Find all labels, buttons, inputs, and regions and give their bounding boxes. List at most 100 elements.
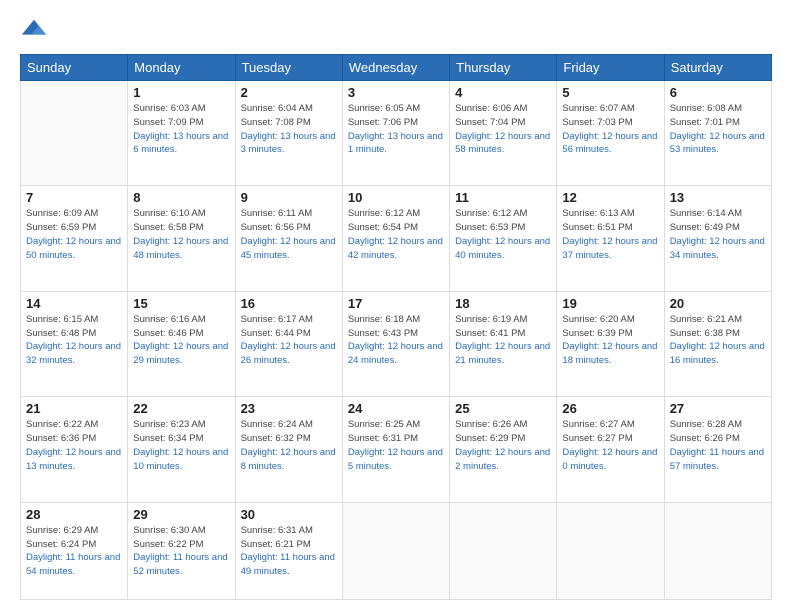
calendar-cell: 17Sunrise: 6:18 AMSunset: 6:43 PMDayligh… <box>342 291 449 396</box>
sunrise-text: Sunrise: 6:15 AM <box>26 314 98 325</box>
calendar-cell <box>450 502 557 599</box>
cell-info: Sunrise: 6:09 AMSunset: 6:59 PMDaylight:… <box>26 207 122 262</box>
sunrise-text: Sunrise: 6:28 AM <box>670 419 742 430</box>
cell-info: Sunrise: 6:28 AMSunset: 6:26 PMDaylight:… <box>670 418 766 473</box>
cell-info: Sunrise: 6:17 AMSunset: 6:44 PMDaylight:… <box>241 313 337 368</box>
sunrise-text: Sunrise: 6:31 AM <box>241 525 313 536</box>
sunset-text: Sunset: 6:27 PM <box>562 433 632 444</box>
calendar-header-friday: Friday <box>557 55 664 81</box>
calendar-cell: 9 Sunrise: 6:11 AMSunset: 6:56 PMDaylight… <box>235 186 342 291</box>
sunset-text: Sunset: 7:01 PM <box>670 117 740 128</box>
calendar-table: SundayMondayTuesdayWednesdayThursdayFrid… <box>20 54 772 600</box>
calendar-cell: 14Sunrise: 6:15 AMSunset: 6:48 PMDayligh… <box>21 291 128 396</box>
day-number: 30 <box>241 507 337 522</box>
daylight-text: Daylight: 12 hours and 45 minutes. <box>241 236 336 261</box>
calendar-cell: 13Sunrise: 6:14 AMSunset: 6:49 PMDayligh… <box>664 186 771 291</box>
sunrise-text: Sunrise: 6:20 AM <box>562 314 634 325</box>
daylight-text: Daylight: 12 hours and 34 minutes. <box>670 236 765 261</box>
page: SundayMondayTuesdayWednesdayThursdayFrid… <box>0 0 792 612</box>
cell-info: Sunrise: 6:24 AM Sunset: 6:32 PM Daylight:… <box>241 418 337 473</box>
daylight-text: Daylight: 12 hours and 10 minutes. <box>133 447 228 472</box>
calendar-cell: 10Sunrise: 6:12 AMSunset: 6:54 PMDayligh… <box>342 186 449 291</box>
sunrise-text: Sunrise: 6:09 AM <box>26 208 98 219</box>
day-number: 18 <box>455 296 551 311</box>
sunrise-text: Sunrise: 6:23 AM <box>133 419 205 430</box>
calendar-header-monday: Monday <box>128 55 235 81</box>
day-number: 5 <box>562 85 658 100</box>
day-number: 25 <box>455 401 551 416</box>
daylight-text: Daylight: 13 hours and 3 minutes. <box>241 131 336 156</box>
cell-info: Sunrise: 6:13 AMSunset: 6:51 PMDaylight:… <box>562 207 658 262</box>
sunrise-text: Sunrise: 6:07 AM <box>562 103 634 114</box>
day-number: 2 <box>241 85 337 100</box>
cell-info: Sunrise: 6:31 AMSunset: 6:21 PMDaylight:… <box>241 524 337 579</box>
cell-info: Sunrise: 6:12 AMSunset: 6:54 PMDaylight:… <box>348 207 444 262</box>
daylight-text: Daylight: 12 hours and 26 minutes. <box>241 341 336 366</box>
sunset-text: Sunset: 6:24 PM <box>26 539 96 550</box>
day-number: 27 <box>670 401 766 416</box>
daylight-text: Daylight: 12 hours and 8 minutes. <box>241 447 336 472</box>
sunrise-text: Sunrise: 6:08 AM <box>670 103 742 114</box>
cell-info: Sunrise: 6:22 AMSunset: 6:36 PMDaylight:… <box>26 418 122 473</box>
sunset-text: Sunset: 6:29 PM <box>455 433 525 444</box>
sunset-text: Sunset: 6:36 PM <box>26 433 96 444</box>
day-number: 11 <box>455 190 551 205</box>
calendar-cell: 4Sunrise: 6:06 AMSunset: 7:04 PMDaylight… <box>450 81 557 186</box>
calendar-cell: 21Sunrise: 6:22 AMSunset: 6:36 PMDayligh… <box>21 397 128 502</box>
calendar-cell: 16Sunrise: 6:17 AMSunset: 6:44 PMDayligh… <box>235 291 342 396</box>
cell-info: Sunrise: 6:03 AMSunset: 7:09 PMDaylight:… <box>133 102 229 157</box>
cell-info: Sunrise: 6:04 AM Sunset: 7:08 PM Daylight:… <box>241 102 337 157</box>
calendar-cell: 24 Sunrise: 6:25 AMSunset: 6:31 PMDayligh… <box>342 397 449 502</box>
daylight-text: Daylight: 12 hours and 18 minutes. <box>562 341 657 366</box>
day-number: 8 <box>133 190 229 205</box>
daylight-text: Daylight: 12 hours and 58 minutes. <box>455 131 550 156</box>
sunset-text: Sunset: 7:08 PM <box>241 117 311 128</box>
calendar-cell <box>664 502 771 599</box>
sunrise-text: Sunrise: 6:04 AM <box>241 103 313 114</box>
sunset-text: Sunset: 6:34 PM <box>133 433 203 444</box>
cell-info: Sunrise: 6:26 AMSunset: 6:29 PMDaylight:… <box>455 418 551 473</box>
daylight-text: Daylight: 11 hours and 54 minutes. <box>26 552 120 577</box>
cell-info: Sunrise: 6:25 AMSunset: 6:31 PMDaylight:… <box>348 418 444 473</box>
calendar-week-4: 21Sunrise: 6:22 AMSunset: 6:36 PMDayligh… <box>21 397 772 502</box>
day-number: 13 <box>670 190 766 205</box>
header <box>20 16 772 44</box>
sunset-text: Sunset: 6:38 PM <box>670 328 740 339</box>
daylight-text: Daylight: 12 hours and 48 minutes. <box>133 236 228 261</box>
calendar-header-row: SundayMondayTuesdayWednesdayThursdayFrid… <box>21 55 772 81</box>
sunset-text: Sunset: 6:49 PM <box>670 222 740 233</box>
cell-info: Sunrise: 6:10 AMSunset: 6:58 PMDaylight:… <box>133 207 229 262</box>
sunrise-text: Sunrise: 6:30 AM <box>133 525 205 536</box>
calendar-cell: 26Sunrise: 6:27 AMSunset: 6:27 PMDayligh… <box>557 397 664 502</box>
day-number: 6 <box>670 85 766 100</box>
day-number: 24 <box>348 401 444 416</box>
sunset-text: Sunset: 7:06 PM <box>348 117 418 128</box>
cell-info: Sunrise: 6:20 AM Sunset: 6:39 PM Daylight:… <box>562 313 658 368</box>
day-number: 29 <box>133 507 229 522</box>
sunrise-text: Sunrise: 6:21 AM <box>670 314 742 325</box>
sunrise-text: Sunrise: 6:12 AM <box>455 208 527 219</box>
sunset-text: Sunset: 6:53 PM <box>455 222 525 233</box>
calendar-cell: 3Sunrise: 6:05 AMSunset: 7:06 PMDaylight… <box>342 81 449 186</box>
sunrise-text: Sunrise: 6:05 AM <box>348 103 420 114</box>
calendar-cell <box>342 502 449 599</box>
day-number: 7 <box>26 190 122 205</box>
sunset-text: Sunset: 6:21 PM <box>241 539 311 550</box>
day-number: 9 <box>241 190 337 205</box>
day-number: 22 <box>133 401 229 416</box>
daylight-text: Daylight: 12 hours and 16 minutes. <box>670 341 765 366</box>
sunrise-text: Sunrise: 6:03 AM <box>133 103 205 114</box>
daylight-text: Daylight: 12 hours and 53 minutes. <box>670 131 765 156</box>
daylight-text: Daylight: 13 hours and 1 minute. <box>348 131 443 156</box>
daylight-text: Daylight: 12 hours and 13 minutes. <box>26 447 121 472</box>
cell-info: Sunrise: 6:30 AMSunset: 6:22 PMDaylight:… <box>133 524 229 579</box>
sunset-text: Sunset: 6:39 PM <box>562 328 632 339</box>
cell-info: Sunrise: 6:11 AMSunset: 6:56 PMDaylight:… <box>241 207 337 262</box>
cell-info: Sunrise: 6:23 AM Sunset: 6:34 PM Daylight:… <box>133 418 229 473</box>
sunset-text: Sunset: 6:43 PM <box>348 328 418 339</box>
cell-info: Sunrise: 6:06 AMSunset: 7:04 PMDaylight:… <box>455 102 551 157</box>
cell-info: Sunrise: 6:27 AMSunset: 6:27 PMDaylight:… <box>562 418 658 473</box>
sunset-text: Sunset: 6:32 PM <box>241 433 311 444</box>
sunrise-text: Sunrise: 6:24 AM <box>241 419 313 430</box>
calendar-cell: 6 Sunrise: 6:08 AM Sunset: 7:01 PM Daylight… <box>664 81 771 186</box>
